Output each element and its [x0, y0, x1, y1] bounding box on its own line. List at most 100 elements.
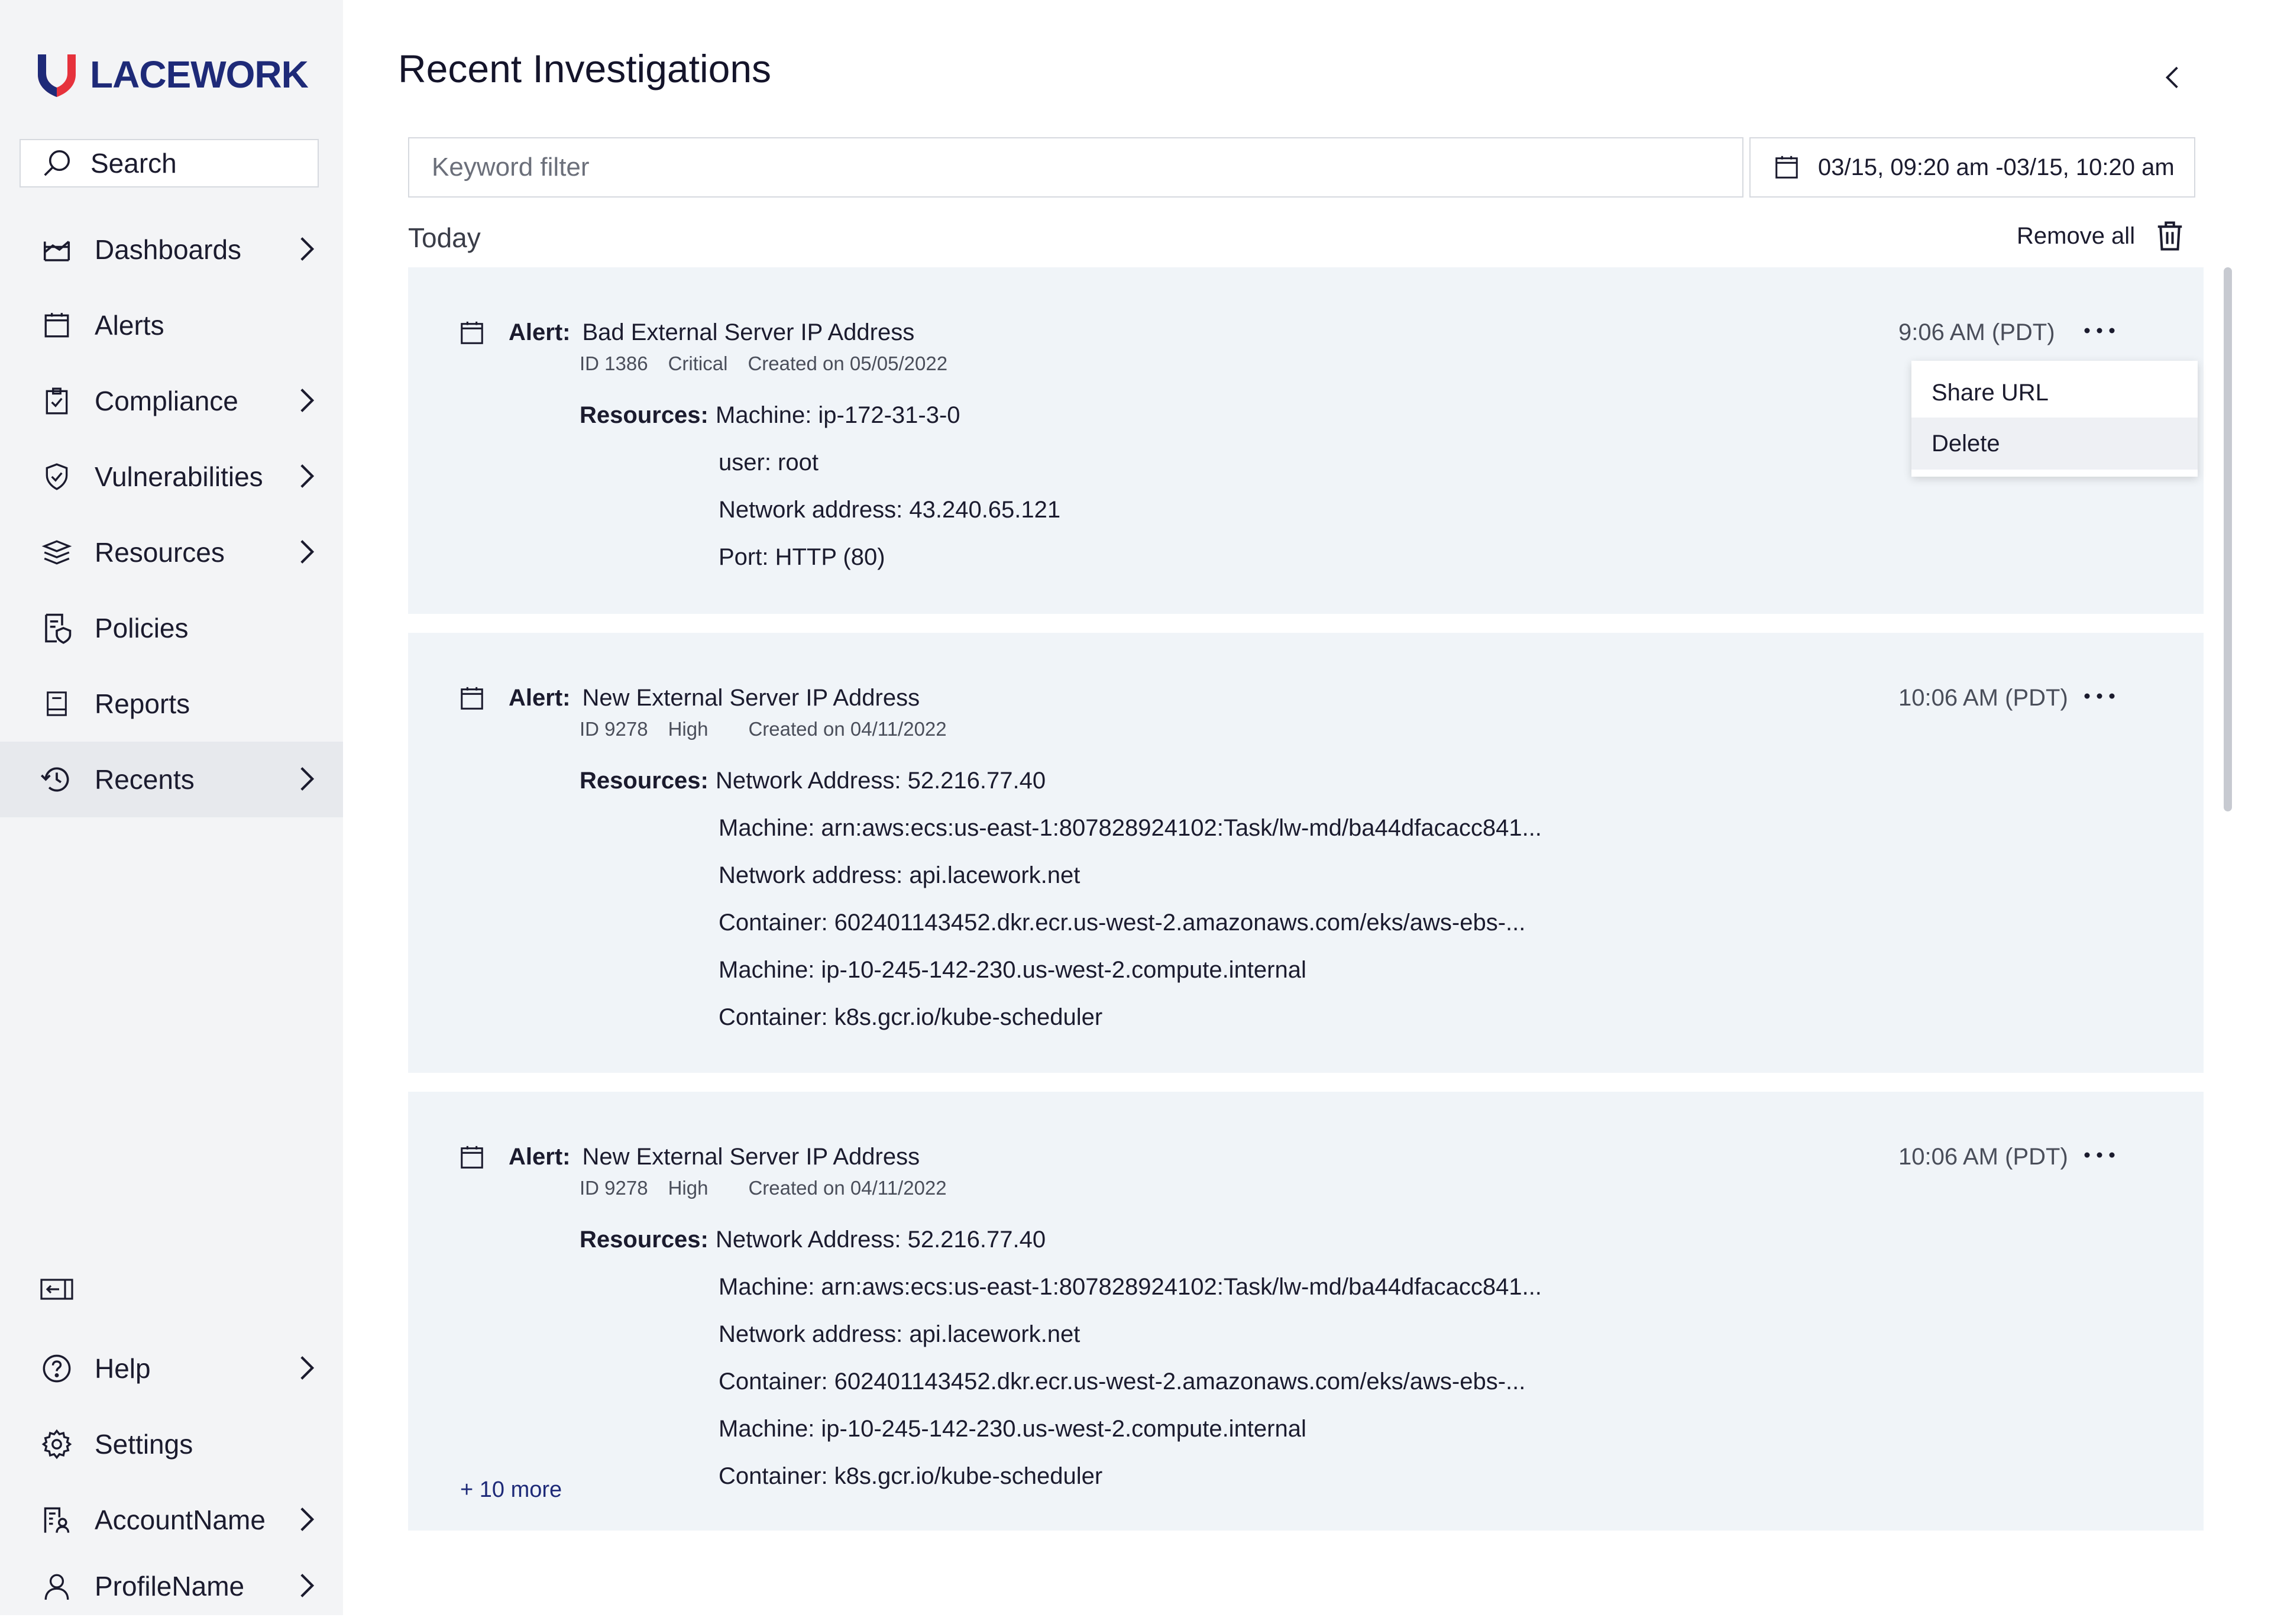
- alert-meta: ID 1386 Critical Created on 05/05/2022: [580, 352, 968, 375]
- alert-name: Bad External Server IP Address: [582, 319, 915, 345]
- calendar-icon: [461, 1146, 483, 1169]
- sidebar-item-label: Settings: [95, 1429, 193, 1460]
- sidebar-item-label: Help: [95, 1353, 151, 1384]
- alert-name: New External Server IP Address: [582, 1144, 920, 1170]
- sidebar-item-label: Alerts: [95, 310, 164, 341]
- resource-item: Network Address: 52.216.77.40: [716, 1227, 1046, 1253]
- alert-meta: ID 9278 High Created on 04/11/2022: [580, 718, 967, 740]
- calendar-icon: [39, 308, 75, 343]
- sidebar-item-compliance[interactable]: Compliance: [0, 363, 343, 439]
- resource-item: user: root: [719, 449, 819, 475]
- sidebar: LACEWORK Search Dashboards Alerts Compli…: [0, 0, 343, 1615]
- more-options-icon[interactable]: [2083, 1151, 2116, 1159]
- sidebar-item-label: ProfileName: [95, 1571, 245, 1602]
- scrollbar-thumb[interactable]: [2224, 267, 2232, 811]
- remove-all-button[interactable]: Remove all: [2017, 220, 2183, 252]
- resource-item: Port: HTTP (80): [719, 544, 885, 570]
- sidebar-item-label: Policies: [95, 613, 189, 643]
- alert-name: New External Server IP Address: [582, 685, 920, 711]
- alert-title[interactable]: Alert: New External Server IP Address: [509, 1144, 920, 1170]
- chevron-left-icon: [2165, 66, 2178, 89]
- delete-menu-item[interactable]: Delete: [1911, 418, 2198, 470]
- remove-all-label: Remove all: [2017, 222, 2136, 249]
- keyword-filter-input[interactable]: [408, 137, 1743, 198]
- alert-id: ID 9278: [580, 718, 648, 740]
- collapse-sidebar-button[interactable]: [40, 1276, 73, 1302]
- account-icon: [39, 1502, 75, 1538]
- resource-item: Container: 602401143452.dkr.ecr.us-west-…: [719, 1369, 1526, 1395]
- alert-title[interactable]: Alert: New External Server IP Address: [509, 685, 920, 711]
- chevron-right-icon: [300, 1574, 315, 1597]
- sidebar-item-policies[interactable]: Policies: [0, 590, 343, 666]
- alert-time: 9:06 AM (PDT): [1898, 319, 2055, 345]
- sidebar-item-alerts[interactable]: Alerts: [0, 287, 343, 363]
- investigation-card[interactable]: Alert: New External Server IP Address ID …: [408, 633, 2204, 1073]
- alert-severity: High: [668, 718, 709, 740]
- investigation-card[interactable]: Alert: New External Server IP Address ID …: [408, 1092, 2204, 1531]
- sidebar-item-reports[interactable]: Reports: [0, 666, 343, 742]
- resource-item: Network Address: 52.216.77.40: [716, 768, 1046, 794]
- sidebar-item-account[interactable]: AccountName: [0, 1482, 343, 1558]
- sidebar-item-label: Compliance: [95, 386, 238, 416]
- logo-wordmark: LACEWORK: [90, 53, 309, 96]
- calendar-icon: [461, 321, 483, 344]
- sidebar-item-recents[interactable]: Recents: [0, 742, 343, 817]
- chevron-right-icon: [300, 1507, 315, 1531]
- sidebar-item-dashboards[interactable]: Dashboards: [0, 212, 343, 287]
- alert-time: 10:06 AM (PDT): [1898, 685, 2068, 711]
- alert-created: Created on 04/11/2022: [748, 718, 947, 740]
- resource-item: Machine: ip-10-245-142-230.us-west-2.com…: [719, 1416, 1306, 1442]
- calendar-icon: [461, 687, 483, 710]
- chevron-right-icon: [300, 767, 315, 791]
- chevron-right-icon: [300, 540, 315, 564]
- resources-label: Resources:: [580, 1227, 709, 1253]
- show-more-link[interactable]: + 10 more: [460, 1477, 562, 1503]
- alert-prefix: Alert:: [509, 685, 571, 711]
- close-panel-button[interactable]: [2165, 65, 2180, 90]
- collapse-sidebar-icon: [40, 1279, 73, 1300]
- dashboard-icon: [39, 232, 75, 267]
- more-options-icon[interactable]: [2083, 326, 2116, 335]
- lacework-shield-icon: [38, 54, 76, 97]
- alert-meta: ID 9278 High Created on 04/11/2022: [580, 1177, 967, 1199]
- resources-label: Resources:: [580, 402, 709, 428]
- alert-title[interactable]: Alert: Bad External Server IP Address: [509, 319, 914, 346]
- chevron-right-icon: [300, 237, 315, 261]
- card-context-menu: Share URL Delete: [1911, 361, 2198, 477]
- resource-item: Machine: ip-10-245-142-230.us-west-2.com…: [719, 957, 1306, 983]
- sidebar-item-help[interactable]: Help: [0, 1331, 343, 1406]
- alert-severity: High: [668, 1177, 709, 1199]
- sidebar-item-label: Vulnerabilities: [95, 461, 263, 492]
- history-icon: [39, 762, 75, 797]
- resource-item: Network address: api.lacework.net: [719, 862, 1080, 888]
- alert-severity: Critical: [668, 352, 728, 374]
- help-icon: [39, 1351, 75, 1386]
- resource-item: Network address: 43.240.65.121: [719, 497, 1061, 523]
- calendar-icon: [1775, 156, 1798, 179]
- resource-item: Network address: api.lacework.net: [719, 1321, 1080, 1347]
- search-button[interactable]: Search: [20, 139, 319, 187]
- resource-item: Machine: arn:aws:ecs:us-east-1:807828924…: [719, 815, 1542, 841]
- resource-item: Container: 602401143452.dkr.ecr.us-west-…: [719, 910, 1526, 936]
- resource-item: Container: k8s.gcr.io/kube-scheduler: [719, 1463, 1103, 1489]
- date-range-picker[interactable]: 03/15, 09:20 am -03/15, 10:20 am: [1749, 137, 2195, 198]
- sidebar-item-resources[interactable]: Resources: [0, 515, 343, 590]
- chevron-right-icon: [300, 464, 315, 488]
- date-range-value: 03/15, 09:20 am -03/15, 10:20 am: [1818, 154, 2175, 180]
- alert-prefix: Alert:: [509, 1144, 571, 1170]
- shield-check-icon: [39, 459, 75, 494]
- report-icon: [39, 686, 75, 722]
- share-url-menu-item[interactable]: Share URL: [1911, 367, 2198, 419]
- lacework-logo[interactable]: LACEWORK: [35, 51, 309, 98]
- alert-id: ID 9278: [580, 1177, 648, 1199]
- alert-time: 10:06 AM (PDT): [1898, 1144, 2068, 1170]
- group-heading: Today: [408, 222, 481, 253]
- more-options-icon[interactable]: [2083, 692, 2116, 700]
- sidebar-item-label: Resources: [95, 537, 225, 568]
- layers-icon: [39, 535, 75, 570]
- sidebar-item-settings[interactable]: Settings: [0, 1406, 343, 1482]
- sidebar-item-profile[interactable]: ProfileName: [0, 1548, 343, 1624]
- sidebar-item-label: AccountName: [95, 1505, 266, 1535]
- sidebar-item-label: Recents: [95, 764, 195, 795]
- sidebar-item-vulnerabilities[interactable]: Vulnerabilities: [0, 439, 343, 515]
